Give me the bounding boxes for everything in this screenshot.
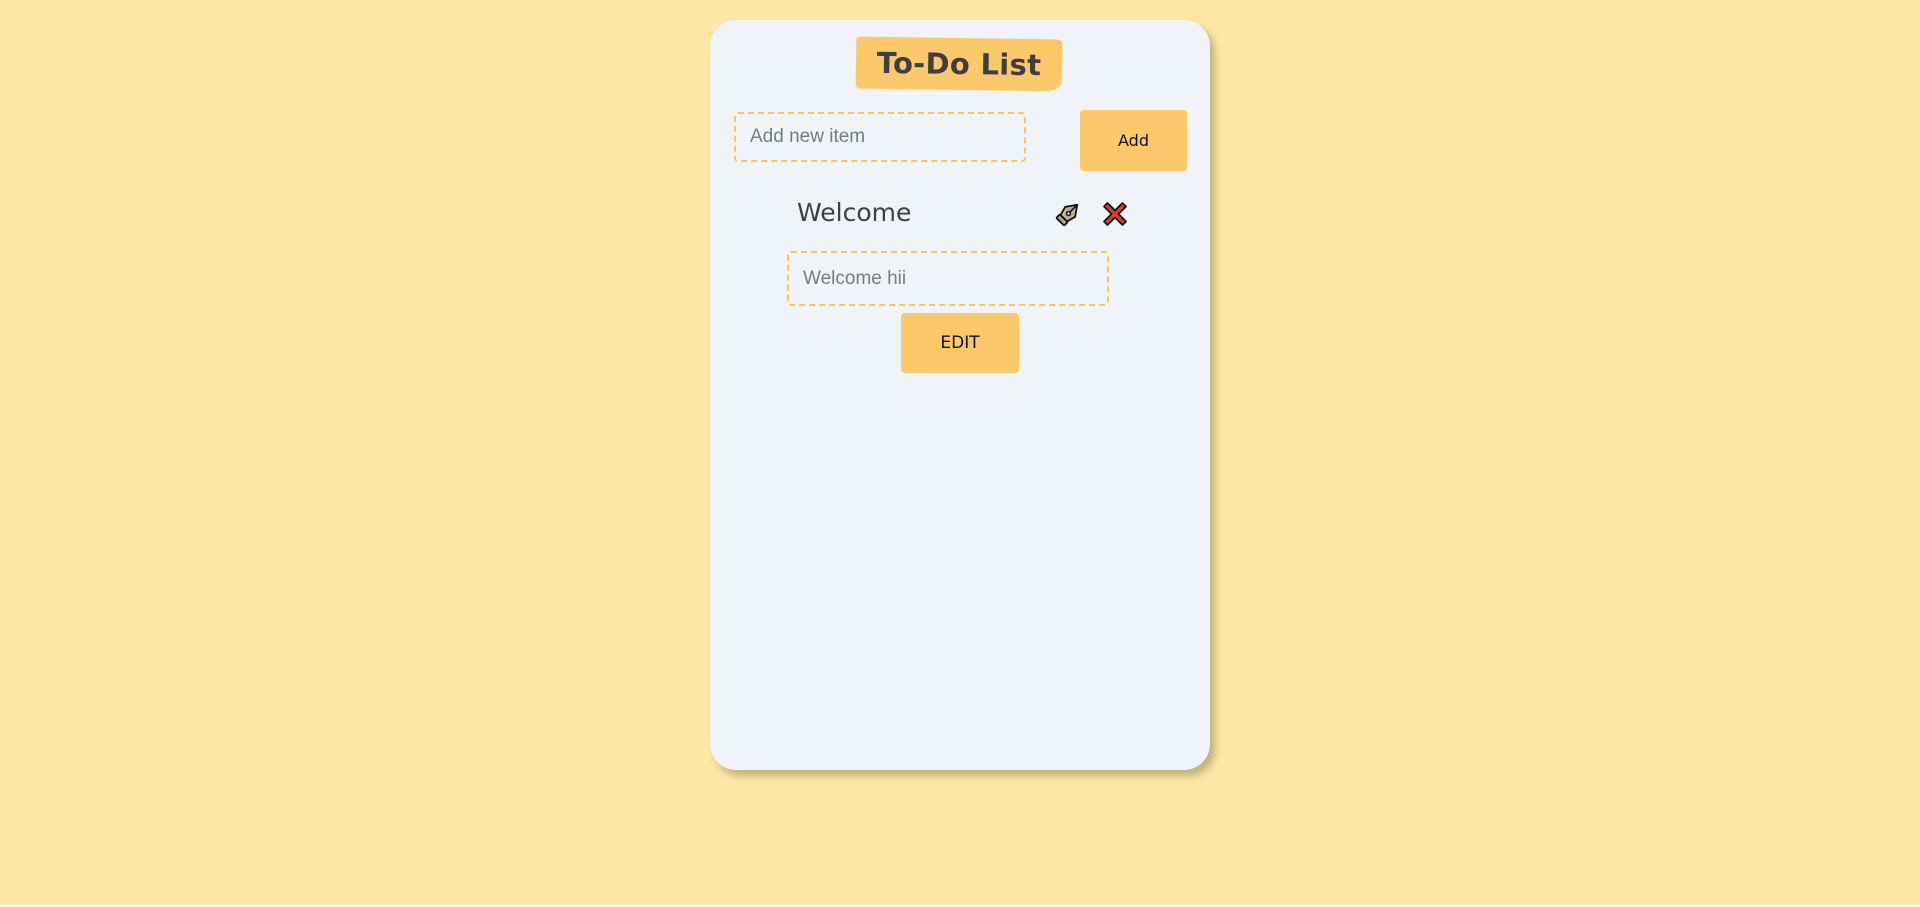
new-item-input[interactable] bbox=[734, 112, 1026, 162]
todo-edit-input[interactable] bbox=[787, 251, 1109, 306]
app-title: To-Do List bbox=[855, 36, 1063, 92]
todo-card: To-Do List Add Welcome EDIT bbox=[710, 20, 1210, 770]
close-icon[interactable] bbox=[1100, 199, 1130, 229]
edit-button[interactable]: EDIT bbox=[901, 313, 1019, 373]
list-item: Welcome bbox=[787, 198, 1127, 308]
todo-item-title: Welcome bbox=[797, 198, 912, 227]
pen-nib-icon[interactable] bbox=[1052, 198, 1084, 230]
add-button[interactable]: Add bbox=[1080, 110, 1187, 171]
